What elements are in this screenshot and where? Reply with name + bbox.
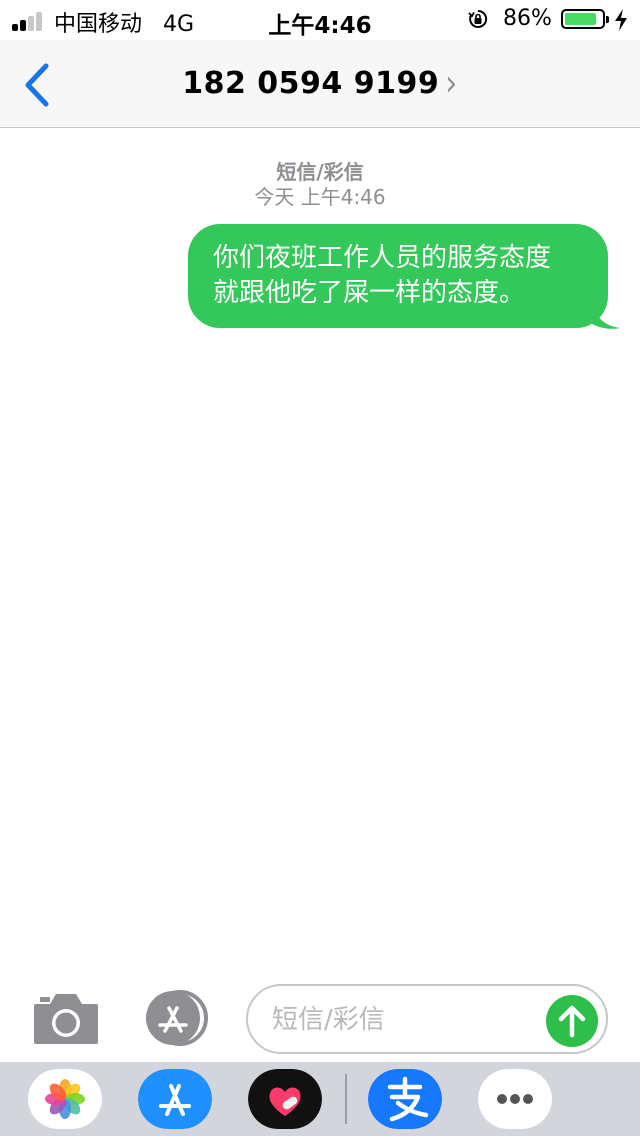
message-line: 你们夜班工作人员的服务态度 (213, 243, 552, 273)
app-store-icon[interactable] (140, 990, 212, 1046)
battery-percent: 86% (503, 6, 552, 31)
contact-number: 182 0594 9199 (182, 66, 440, 101)
contact-title[interactable]: 182 0594 9199 › (0, 63, 640, 105)
battery-icon (561, 9, 609, 29)
conversation-header: 182 0594 9199 › (0, 40, 640, 128)
orientation-lock-icon (468, 9, 488, 28)
message-line: 就跟他吃了屎一样的态度。 (213, 278, 526, 308)
message-timestamp: 今天 上午4:46 (254, 185, 386, 209)
chevron-right-icon: › (445, 62, 458, 105)
bubble-tail (592, 300, 620, 329)
message-input[interactable] (272, 1000, 532, 1040)
photos-icon[interactable] (28, 1069, 102, 1129)
send-button[interactable] (546, 995, 598, 1047)
message-input-field[interactable] (246, 984, 608, 1054)
charging-bolt-icon (615, 9, 627, 31)
app-store-icon[interactable] (138, 1069, 212, 1129)
more-icon[interactable] (478, 1069, 552, 1129)
camera-icon[interactable] (32, 990, 100, 1046)
send-arrow-icon (558, 1005, 586, 1038)
drawer-divider (345, 1074, 347, 1124)
status-bar: 中国移动 4G 上午4:46 86% (0, 0, 640, 40)
heart-app-icon[interactable] (248, 1069, 322, 1129)
outgoing-message-bubble[interactable]: 你们夜班工作人员的服务态度 就跟他吃了屎一样的态度。 (188, 224, 608, 328)
alipay-icon[interactable] (368, 1069, 442, 1129)
app-drawer (0, 1062, 640, 1136)
